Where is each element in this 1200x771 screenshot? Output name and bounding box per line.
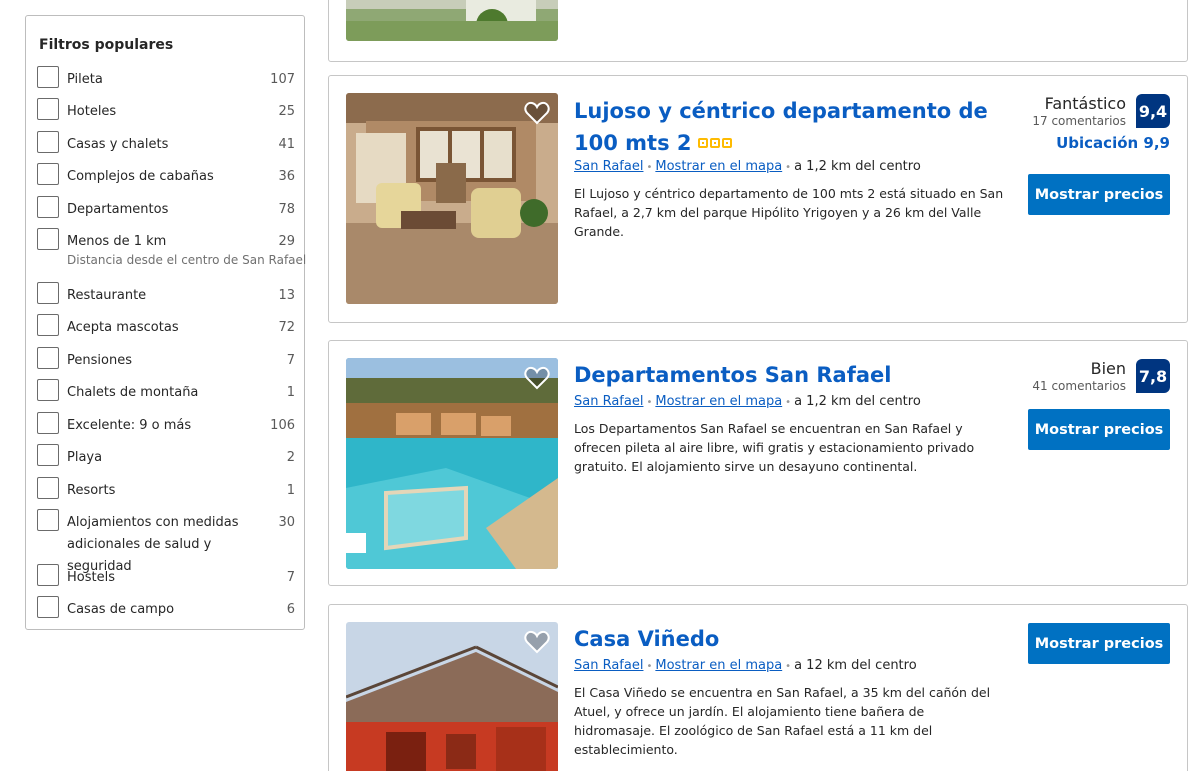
review-score[interactable]: Bien 41 comentarios 7,8 bbox=[970, 359, 1170, 395]
filter-count: 7 bbox=[286, 570, 295, 585]
show-prices-button[interactable]: Mostrar precios bbox=[1028, 174, 1170, 215]
distance-text: a 1,2 km del centro bbox=[794, 159, 921, 174]
filter-label: Hostels bbox=[67, 570, 115, 585]
filter-count: 107 bbox=[270, 72, 295, 87]
checkbox[interactable] bbox=[37, 509, 59, 531]
filter-label: Casas y chalets bbox=[67, 137, 169, 152]
property-title[interactable]: Casa Viñedo bbox=[574, 624, 994, 654]
filter-count: 72 bbox=[278, 320, 295, 335]
checkbox[interactable] bbox=[37, 282, 59, 304]
filter-count: 6 bbox=[286, 602, 295, 617]
filter-count: 30 bbox=[278, 515, 295, 530]
show-on-map-link[interactable]: Mostrar en el mapa bbox=[655, 394, 782, 409]
property-location: San Rafael • Mostrar en el mapa • a 1,2 km d… bbox=[574, 394, 921, 409]
filter-label: Pileta bbox=[67, 72, 103, 87]
checkbox[interactable] bbox=[37, 314, 59, 336]
filter-count: 2 bbox=[286, 450, 295, 465]
filter-label: Casas de campo bbox=[67, 602, 175, 617]
property-title[interactable]: Lujoso y céntrico departamento de 100 mt… bbox=[574, 96, 994, 158]
score-badge: 9,4 bbox=[1136, 94, 1170, 128]
filter-label: Restaurante bbox=[67, 288, 147, 303]
favorite-heart-icon[interactable] bbox=[524, 101, 550, 125]
score-badge: 7,8 bbox=[1136, 359, 1170, 393]
property-title[interactable]: Departamentos San Rafael bbox=[574, 360, 994, 390]
checkbox[interactable] bbox=[37, 412, 59, 434]
favorite-heart-icon[interactable] bbox=[524, 630, 550, 654]
city-link[interactable]: San Rafael bbox=[574, 658, 643, 673]
property-location: San Rafael • Mostrar en el mapa • a 1,2 km d… bbox=[574, 159, 921, 174]
filter-label: Chalets de montaña bbox=[67, 385, 199, 400]
rating-word: Bien bbox=[1090, 359, 1126, 378]
review-count: 17 comentarios bbox=[1032, 114, 1126, 128]
rating-word: Fantástico bbox=[1044, 94, 1126, 113]
review-count: 41 comentarios bbox=[1032, 379, 1126, 393]
filter-label: Departamentos bbox=[67, 202, 169, 217]
city-link[interactable]: San Rafael bbox=[574, 394, 643, 409]
filter-count: 29 bbox=[278, 234, 295, 249]
checkbox[interactable] bbox=[37, 66, 59, 88]
property-card-previous bbox=[328, 0, 1188, 62]
checkbox[interactable] bbox=[37, 131, 59, 153]
filter-count: 36 bbox=[278, 169, 295, 184]
checkbox[interactable] bbox=[37, 228, 59, 250]
property-card: Departamentos San Rafael San Rafael • Most… bbox=[328, 340, 1188, 586]
property-photo[interactable] bbox=[346, 622, 558, 771]
checkbox[interactable] bbox=[37, 379, 59, 401]
show-on-map-link[interactable]: Mostrar en el mapa bbox=[655, 159, 782, 174]
filter-count: 1 bbox=[286, 385, 295, 400]
filters-title: Filtros populares bbox=[39, 37, 174, 53]
city-link[interactable]: San Rafael bbox=[574, 159, 643, 174]
filter-count: 41 bbox=[278, 137, 295, 152]
show-prices-button[interactable]: Mostrar precios bbox=[1028, 623, 1170, 664]
filter-count: 25 bbox=[278, 104, 295, 119]
distance-text: a 1,2 km del centro bbox=[794, 394, 921, 409]
filter-sublabel: Distancia desde el centro de San Rafael bbox=[67, 253, 307, 267]
property-description: El Lujoso y céntrico departamento de 100… bbox=[574, 186, 1004, 239]
show-prices-button[interactable]: Mostrar precios bbox=[1028, 409, 1170, 450]
property-photo[interactable] bbox=[346, 358, 558, 569]
filter-count: 106 bbox=[270, 418, 295, 433]
star-rating-icon bbox=[697, 126, 734, 156]
checkbox[interactable] bbox=[37, 596, 59, 618]
property-photo[interactable] bbox=[346, 0, 558, 41]
property-card: Casa Viñedo San Rafael • Mostrar en el map… bbox=[328, 604, 1188, 771]
property-photo[interactable] bbox=[346, 93, 558, 304]
checkbox[interactable] bbox=[37, 196, 59, 218]
filter-label: Menos de 1 km bbox=[67, 234, 167, 249]
popular-filters-panel: Filtros populares Pileta 107 Hoteles 25 … bbox=[25, 15, 307, 630]
checkbox[interactable] bbox=[37, 477, 59, 499]
filter-label: Hoteles bbox=[67, 104, 117, 119]
filter-count: 1 bbox=[286, 483, 295, 498]
property-description: Los Departamentos San Rafael se encuentr… bbox=[574, 421, 975, 474]
checkbox[interactable] bbox=[37, 444, 59, 466]
distance-text: a 12 km del centro bbox=[794, 658, 917, 673]
property-card: Lujoso y céntrico departamento de 100 mt… bbox=[328, 75, 1188, 323]
location-score: Ubicación 9,9 bbox=[1056, 134, 1170, 152]
checkbox[interactable] bbox=[37, 347, 59, 369]
filter-label: Playa bbox=[67, 450, 103, 465]
property-location: San Rafael • Mostrar en el mapa • a 12 km de… bbox=[574, 658, 917, 673]
filter-count: 7 bbox=[286, 353, 295, 368]
filter-label: Complejos de cabañas bbox=[67, 169, 214, 184]
checkbox[interactable] bbox=[37, 163, 59, 185]
checkbox[interactable] bbox=[37, 564, 59, 586]
review-score[interactable]: Fantástico 17 comentarios 9,4 bbox=[970, 94, 1170, 130]
filter-label: Acepta mascotas bbox=[67, 320, 179, 335]
filter-label: Excelente: 9 o más bbox=[67, 418, 192, 433]
filter-label: Resorts bbox=[67, 483, 116, 498]
filter-count: 78 bbox=[278, 202, 295, 217]
show-on-map-link[interactable]: Mostrar en el mapa bbox=[655, 658, 782, 673]
favorite-heart-icon[interactable] bbox=[524, 366, 550, 390]
property-description: El Casa Viñedo se encuentra en San Rafae… bbox=[574, 685, 991, 757]
filter-label: Pensiones bbox=[67, 353, 132, 368]
checkbox[interactable] bbox=[37, 98, 59, 120]
filter-count: 13 bbox=[278, 288, 295, 303]
